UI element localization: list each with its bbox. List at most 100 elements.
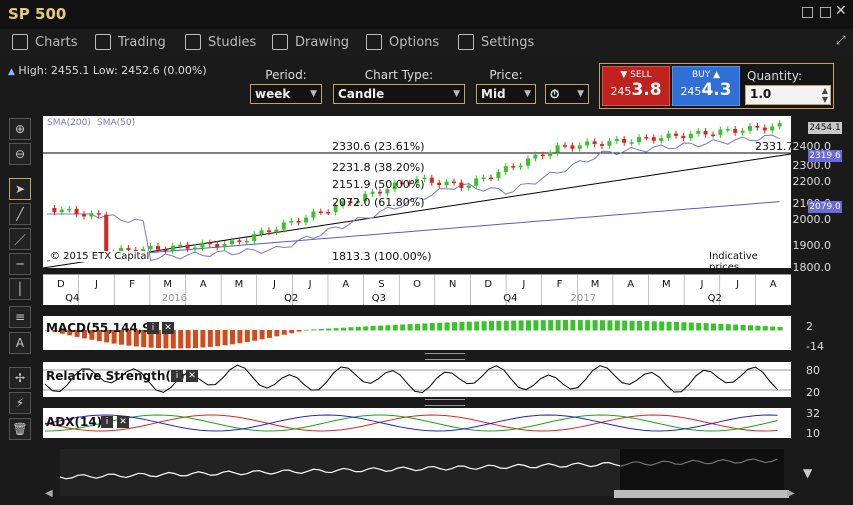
price-tick: 2200.0 — [792, 175, 832, 188]
bar-chart-icon — [12, 34, 28, 50]
menu-settings[interactable]: Settings — [458, 32, 534, 52]
trendline-icon[interactable]: ╱ — [9, 203, 31, 225]
info-icon[interactable]: i — [171, 370, 183, 382]
macd-bar — [622, 320, 628, 331]
chart-navigator[interactable] — [60, 449, 784, 496]
candle — [711, 134, 715, 137]
zoom-out-icon[interactable]: ⊖ — [9, 143, 31, 165]
macd-panel[interactable]: MACD(55,144,9) i ✕ — [43, 316, 791, 350]
navigator-scrollbar[interactable] — [614, 490, 789, 498]
close-study-icon[interactable]: ✕ — [186, 370, 198, 382]
candle — [585, 141, 590, 146]
close-study-icon[interactable]: ✕ — [117, 416, 129, 428]
buy-button[interactable]: BUY ▲ 2454.3 — [672, 66, 740, 106]
macd-bar — [318, 328, 324, 331]
sell-button[interactable]: ▼ SELL 2453.8 — [602, 66, 670, 106]
copyright: © 2015 ETX Capital — [50, 251, 150, 262]
candle — [466, 185, 471, 189]
adx-panel[interactable]: ADX(14) i ✕ — [43, 408, 791, 438]
price-chart-svg — [43, 120, 791, 268]
vertical-line-icon[interactable]: │ — [9, 278, 31, 300]
timer-select[interactable]: ⏱ ▼ — [545, 84, 589, 104]
macd-bar — [400, 324, 406, 331]
close-study-icon[interactable]: ✕ — [162, 322, 174, 334]
macd-bar — [422, 323, 428, 331]
period-select[interactable]: week ▼ — [250, 84, 322, 104]
macd-bar — [711, 323, 716, 331]
collapse-icon[interactable]: ▼ — [803, 466, 812, 480]
candle — [540, 154, 545, 157]
scroll-left-icon[interactable]: ◀ — [45, 488, 53, 499]
line-icon[interactable]: ／ — [9, 228, 31, 250]
minimize-icon[interactable] — [802, 7, 813, 18]
price-scale[interactable]: 2400.0 2300.0 2200.0 2100.0 2000.0 1900.… — [791, 116, 845, 274]
fib-level-label: 2330.6 (23.61%) — [332, 140, 425, 153]
macd-bar — [178, 330, 184, 349]
quantity-input[interactable]: 1.0 ▲ ▼ — [745, 85, 831, 105]
candle — [444, 181, 449, 186]
macd-bar — [252, 330, 258, 341]
wrench-icon — [458, 34, 474, 50]
macd-bar — [385, 325, 391, 331]
panel-splitter[interactable] — [425, 399, 465, 406]
candle — [148, 246, 153, 250]
title-bar: SP 500 ✕ — [0, 0, 853, 30]
period-label: Period: — [265, 68, 307, 82]
price-tick: 1800.0 — [792, 261, 832, 274]
menu-studies[interactable]: Studies — [185, 32, 256, 52]
macd-scale-tick: 2 — [806, 320, 813, 333]
rsi-label: Relative Strength(4) — [46, 369, 185, 383]
menu-drawing[interactable]: Drawing — [272, 32, 349, 52]
candle — [718, 129, 723, 135]
candle — [489, 177, 493, 180]
macd-bar — [207, 330, 213, 347]
macd-bar — [355, 326, 361, 331]
macd-bar — [777, 326, 783, 331]
macd-bar — [481, 321, 487, 331]
candle — [770, 126, 775, 131]
panel-splitter[interactable] — [425, 353, 465, 360]
price-select[interactable]: Mid ▼ — [476, 84, 536, 104]
close-icon[interactable]: ✕ — [835, 3, 847, 19]
macd-bar — [363, 326, 369, 331]
candle — [370, 191, 375, 194]
info-icon[interactable]: i — [101, 416, 113, 428]
stopwatch-icon: ⏱ — [550, 86, 560, 101]
list-icon — [366, 34, 382, 50]
trash-icon[interactable]: 🗑 — [9, 418, 31, 440]
macd-bar — [237, 330, 243, 344]
macd-bar — [659, 321, 665, 331]
fib-level-label: 1813.3 (100.00%) — [332, 250, 432, 263]
quantity-stepper[interactable]: ▲ ▼ — [822, 86, 828, 104]
fibonacci-icon[interactable]: ≡ — [9, 306, 31, 328]
month-tick: A — [770, 279, 777, 290]
menu-options[interactable]: Options — [366, 32, 439, 52]
candle — [607, 141, 612, 146]
pointer-icon[interactable]: ➤ — [9, 178, 31, 200]
candle — [481, 177, 486, 180]
candle — [577, 145, 582, 149]
horizontal-line-icon[interactable]: ─ — [9, 253, 31, 275]
rsi-scale-tick: 20 — [806, 386, 820, 399]
zoom-in-icon[interactable]: ⊕ — [9, 118, 31, 140]
candle — [311, 211, 316, 218]
crosshair-icon[interactable]: ✢ — [9, 367, 31, 389]
maximize-icon[interactable] — [820, 7, 831, 18]
chevron-down-icon: ▼ — [524, 89, 531, 99]
macd-bar — [770, 326, 776, 331]
adx-label: ADX(14) — [46, 415, 103, 429]
candle — [570, 145, 575, 149]
magnet-icon[interactable]: ⚡ — [9, 392, 31, 414]
candle — [52, 208, 57, 213]
info-icon[interactable]: i — [147, 322, 159, 334]
macd-bar — [222, 330, 228, 346]
main-chart[interactable]: SMA(200) SMA(50) 2330.6 (23.61%) 2231.8 … — [43, 116, 794, 273]
menu-charts[interactable]: Charts — [12, 32, 78, 52]
high-low-readout: ▲ High: 2455.1 Low: 2452.6 (0.00%) — [8, 64, 207, 77]
popout-icon[interactable]: ⤢ — [836, 33, 846, 48]
menu-trading[interactable]: Trading — [95, 32, 166, 52]
rsi-panel[interactable]: Relative Strength(4) i ✕ — [43, 362, 791, 397]
chart-type-select[interactable]: Candle ▼ — [333, 84, 465, 104]
scroll-right-icon[interactable]: ▶ — [787, 488, 795, 499]
text-icon[interactable]: A — [9, 332, 31, 354]
